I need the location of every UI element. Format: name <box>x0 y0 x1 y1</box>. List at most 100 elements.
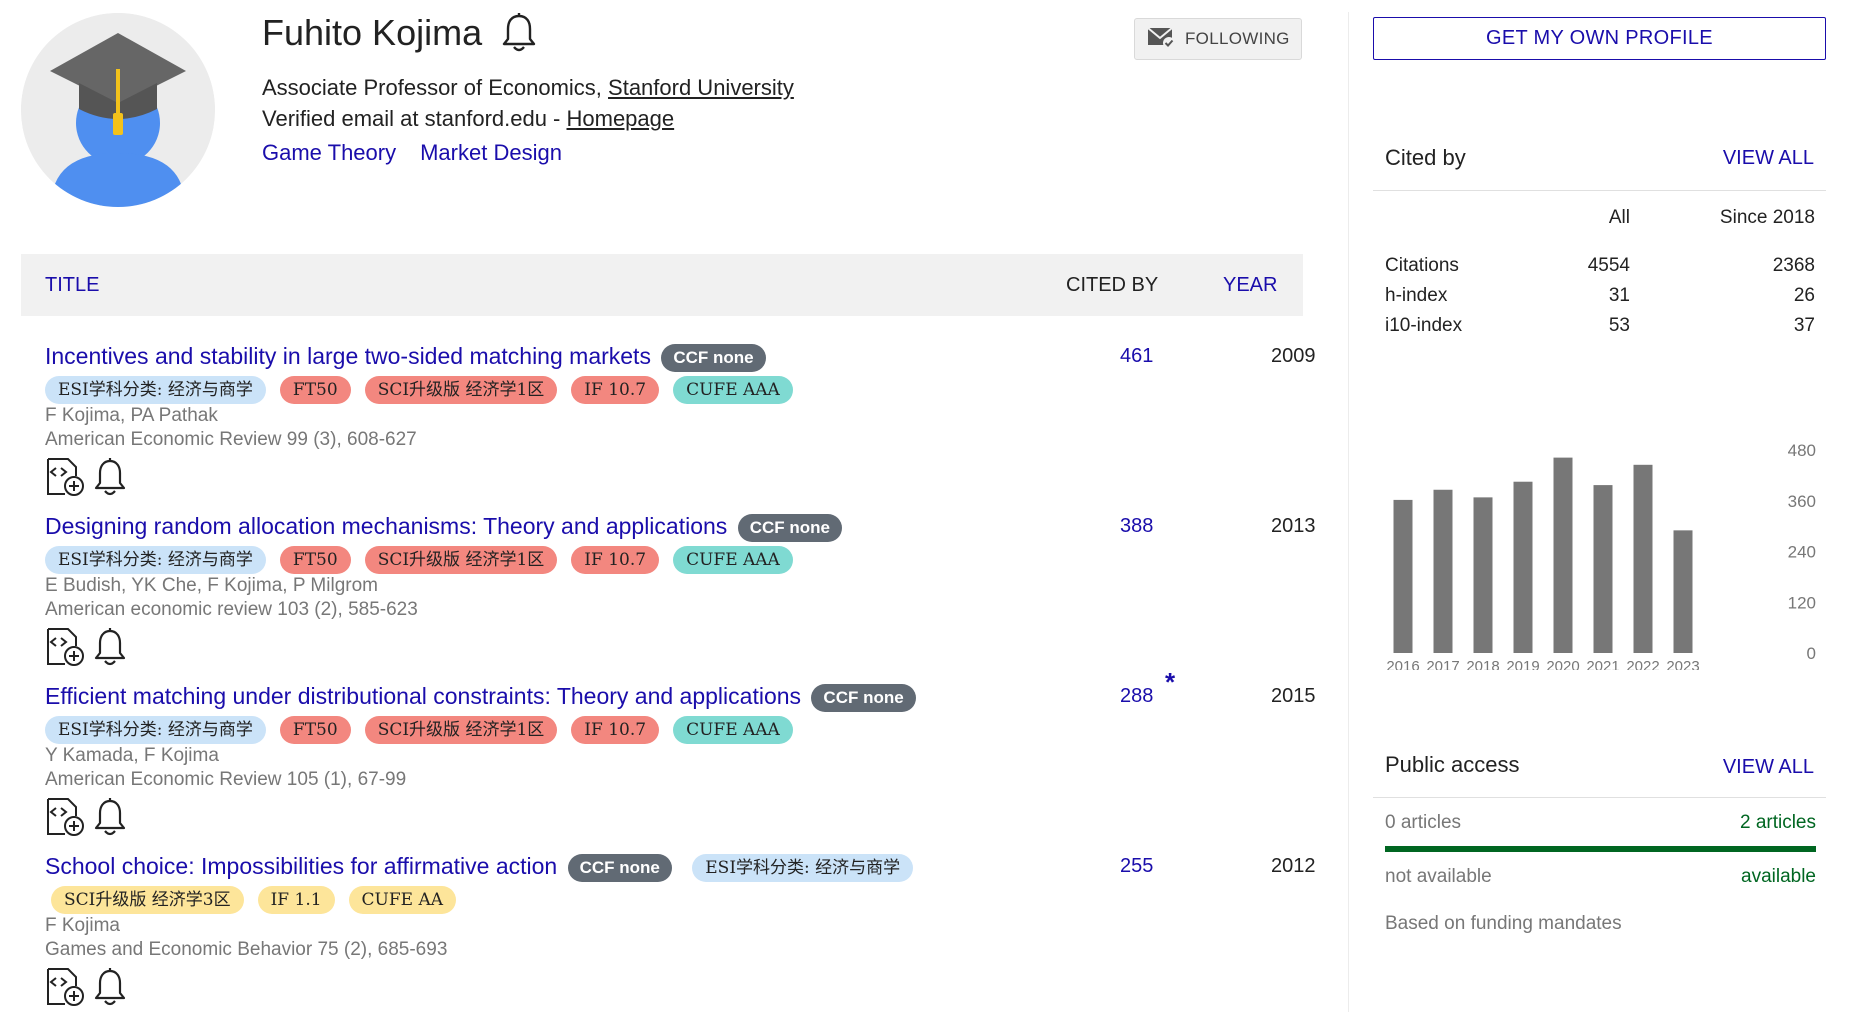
if-tag: IF 1.1 <box>257 885 335 914</box>
stat-since: 26 <box>1793 285 1815 306</box>
bell-outline-icon[interactable] <box>91 966 129 1008</box>
divider <box>1373 190 1826 191</box>
cufe-tag: CUFE AAA <box>673 545 793 574</box>
code-doc-add-icon[interactable] <box>45 796 87 838</box>
y-tick-label: 480 <box>1788 441 1816 460</box>
chart-bar[interactable] <box>1433 489 1453 653</box>
ccf-badge: CCF none <box>567 853 672 882</box>
y-tick-label: 120 <box>1788 593 1816 612</box>
code-doc-add-icon[interactable] <box>45 966 87 1008</box>
if-tag: IF 10.7 <box>571 715 660 744</box>
cufe-tag: CUFE AAA <box>673 715 793 744</box>
cited-by-count[interactable]: 388 <box>1120 515 1153 538</box>
col-all: All <box>1608 207 1630 228</box>
bell-icon[interactable] <box>500 12 538 54</box>
affiliation-block: Associate Professor of Economics, Stanfo… <box>262 72 794 134</box>
article-title[interactable]: Designing random allocation mechanisms: … <box>45 513 727 539</box>
stat-label: i10-index <box>1385 315 1463 336</box>
public-access-bar <box>1385 846 1816 852</box>
get-my-own-profile-button[interactable]: GET MY OWN PROFILE <box>1373 17 1826 60</box>
following-label: FOLLOWING <box>1185 29 1290 48</box>
bell-outline-icon[interactable] <box>91 626 129 668</box>
email-text: Verified email at stanford.edu - <box>262 106 567 131</box>
public-access-labels: not available available <box>1385 866 1816 888</box>
article-title[interactable]: Efficient matching under distributional … <box>45 683 801 709</box>
article-actions <box>45 626 1303 668</box>
stat-all: 4554 <box>1587 255 1630 276</box>
public-access-heading: Public access <box>1385 752 1520 777</box>
public-access-view-all[interactable]: VIEW ALL <box>1723 756 1814 779</box>
article-year: 2009 <box>1271 345 1316 367</box>
article-title[interactable]: Incentives and stability in large two-si… <box>45 343 651 369</box>
chart-bar[interactable] <box>1593 485 1613 653</box>
available-count[interactable]: 2 articles <box>1740 812 1816 834</box>
cited-by-count[interactable]: 461 <box>1120 345 1153 368</box>
x-tick-label: 2018 <box>1466 658 1499 670</box>
chart-bar[interactable] <box>1473 497 1493 653</box>
article-venue: American economic review 103 (2), 585-62… <box>45 598 418 620</box>
bell-outline-icon[interactable] <box>91 456 129 498</box>
stat-label: Citations <box>1385 255 1459 276</box>
article-year: 2012 <box>1271 855 1316 877</box>
article-year: 2013 <box>1271 515 1316 537</box>
stat-since: 37 <box>1793 315 1815 336</box>
chart-bar[interactable] <box>1393 499 1413 653</box>
stat-all: 31 <box>1608 285 1630 306</box>
sci-tag: SCI升级版 经济学3区 <box>51 885 244 914</box>
interest-link[interactable]: Market Design <box>420 140 562 166</box>
homepage-link[interactable]: Homepage <box>567 106 675 131</box>
article-row: School choice: Impossibilities for affir… <box>45 851 1316 1008</box>
divider <box>1373 797 1826 798</box>
merged-citation-star[interactable]: * <box>1165 667 1175 698</box>
bell-outline-icon[interactable] <box>91 796 129 838</box>
chart-bar[interactable] <box>1513 481 1533 653</box>
article-title[interactable]: School choice: Impossibilities for affir… <box>45 853 557 879</box>
article-title-line: Incentives and stability in large two-si… <box>45 341 1303 372</box>
column-divider <box>1348 12 1349 1012</box>
article-venue: American Economic Review 105 (1), 67-99 <box>45 768 407 790</box>
stat-label: h-index <box>1385 285 1448 306</box>
sci-tag: SCI升级版 经济学1区 <box>364 545 558 574</box>
cited-by-count[interactable]: 288 <box>1120 685 1153 708</box>
ft50-tag: FT50 <box>279 545 351 574</box>
cited-by-view-all[interactable]: VIEW ALL <box>1723 147 1814 170</box>
esi-tag: ESI学科分类: 经济与商学 <box>45 715 266 744</box>
sort-by-title[interactable]: TITLE <box>45 274 99 297</box>
affiliation-link[interactable]: Stanford University <box>608 75 794 100</box>
code-doc-add-icon[interactable] <box>45 456 87 498</box>
tag-list: SCI升级版 经济学3区 IF 1.1 CUFE AA <box>51 885 1303 914</box>
chart-bar[interactable] <box>1553 457 1573 653</box>
article-actions <box>45 456 1303 498</box>
interest-link[interactable]: Game Theory <box>262 140 396 166</box>
article-title-line: Efficient matching under distributional … <box>45 681 1303 712</box>
not-available-count[interactable]: 0 articles <box>1385 812 1461 834</box>
ft50-tag: FT50 <box>279 375 351 404</box>
article-title-line: School choice: Impossibilities for affir… <box>45 851 1303 882</box>
article-venue: Games and Economic Behavior 75 (2), 685-… <box>45 938 448 960</box>
following-button[interactable]: FOLLOWING <box>1134 18 1302 60</box>
x-tick-label: 2020 <box>1546 658 1579 670</box>
sci-tag: SCI升级版 经济学1区 <box>364 715 558 744</box>
article-actions <box>45 796 1303 838</box>
cited-by-count[interactable]: 255 <box>1120 855 1153 878</box>
available-label: available <box>1741 866 1816 887</box>
public-access-counts: 0 articles 2 articles <box>1385 812 1816 834</box>
mail-check-icon <box>1147 25 1175 54</box>
code-doc-add-icon[interactable] <box>45 626 87 668</box>
cited-by-header[interactable]: CITED BY <box>1066 274 1158 297</box>
not-available-label: not available <box>1385 866 1492 887</box>
chart-bar[interactable] <box>1673 530 1693 653</box>
article-row: Designing random allocation mechanisms: … <box>45 511 1316 668</box>
sort-by-year[interactable]: YEAR <box>1223 274 1277 297</box>
stat-all: 53 <box>1608 315 1630 336</box>
articles-table-header: TITLE CITED BY YEAR <box>21 254 1303 316</box>
ccf-badge: CCF none <box>661 343 766 372</box>
esi-tag: ESI学科分类: 经济与商学 <box>692 853 914 882</box>
x-tick-label: 2016 <box>1386 658 1419 670</box>
citation-stats-row: Citations 4554 2368 <box>1385 251 1815 281</box>
citation-stats-row: i10-index 53 37 <box>1385 311 1815 341</box>
chart-bar[interactable] <box>1633 464 1653 653</box>
article-authors: Y Kamada, F Kojima <box>45 744 219 766</box>
article-authors: F Kojima, PA Pathak <box>45 404 218 426</box>
article-row: Incentives and stability in large two-si… <box>45 341 1316 498</box>
